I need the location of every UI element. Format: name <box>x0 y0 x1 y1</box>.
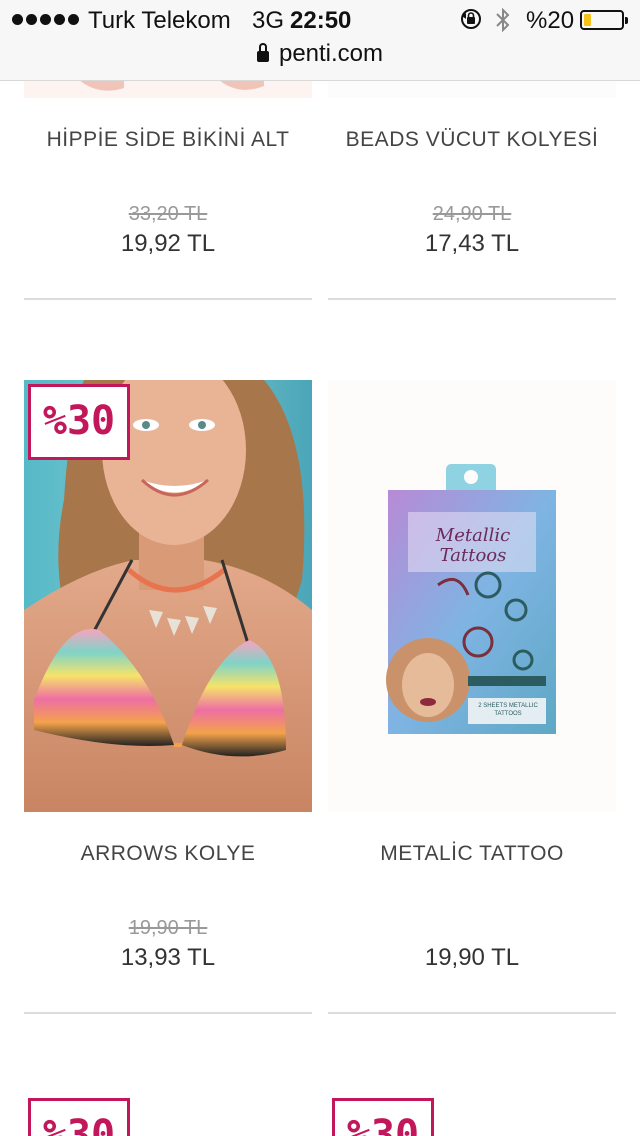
bluetooth-icon <box>496 7 510 33</box>
padlock-icon <box>256 43 269 63</box>
product-image-beads-body-necklace[interactable] <box>328 80 616 98</box>
clock: 22:50 <box>290 7 352 34</box>
product-old-price: 24,90 TL <box>432 203 512 225</box>
product-price: 13,93 TL <box>120 944 216 971</box>
signal-strength-icon <box>12 14 79 25</box>
product-price: 19,92 TL <box>120 230 216 257</box>
discount-badge: %30 <box>28 1098 130 1136</box>
product-price: 19,90 TL <box>424 944 520 971</box>
product-name[interactable]: HİPPİE SİDE BİKİNİ ALT <box>24 128 312 152</box>
card-divider <box>328 1012 616 1014</box>
discount-badge: %30 <box>28 384 130 460</box>
browser-chrome: Turk Telekom 3G 22:50 %20 penti.com <box>0 0 640 81</box>
url-domain: penti.com <box>278 40 384 67</box>
product-image-metallic-tattoo[interactable]: Metallic Tattoos 2 SHEETS METALLIC TATTO… <box>328 380 616 812</box>
product-name[interactable]: METALİC TATTOO <box>328 842 616 866</box>
network-type: 3G <box>252 7 285 34</box>
url-bar[interactable]: penti.com <box>0 40 640 76</box>
status-bar: Turk Telekom 3G 22:50 %20 <box>0 0 640 40</box>
battery-percentage: %20 <box>526 7 575 34</box>
card-divider <box>24 298 312 300</box>
product-image-next-left[interactable]: %30 <box>24 1094 312 1136</box>
product-image-hippie-bikini[interactable] <box>24 80 312 98</box>
product-old-price: 19,90 TL <box>128 917 208 939</box>
product-image-next-right[interactable]: %30 <box>328 1094 616 1136</box>
card-divider <box>328 298 616 300</box>
carrier-name: Turk Telekom <box>88 7 231 34</box>
product-image-arrows-necklace[interactable]: %30 <box>24 380 312 812</box>
rotation-lock-icon <box>461 9 481 29</box>
product-name[interactable]: BEADS VÜCUT KOLYESİ <box>328 128 616 152</box>
product-name[interactable]: ARROWS KOLYE <box>24 842 312 866</box>
battery-icon <box>580 10 628 30</box>
tattoo-pack-subtitle: 2 SHEETS METALLIC TATTOOS <box>478 703 538 717</box>
product-price: 17,43 TL <box>424 230 520 257</box>
card-divider <box>24 1012 312 1014</box>
product-old-price: 33,20 TL <box>128 203 208 225</box>
tattoo-pack-title: Metallic Tattoos <box>435 525 511 566</box>
discount-badge: %30 <box>332 1098 434 1136</box>
